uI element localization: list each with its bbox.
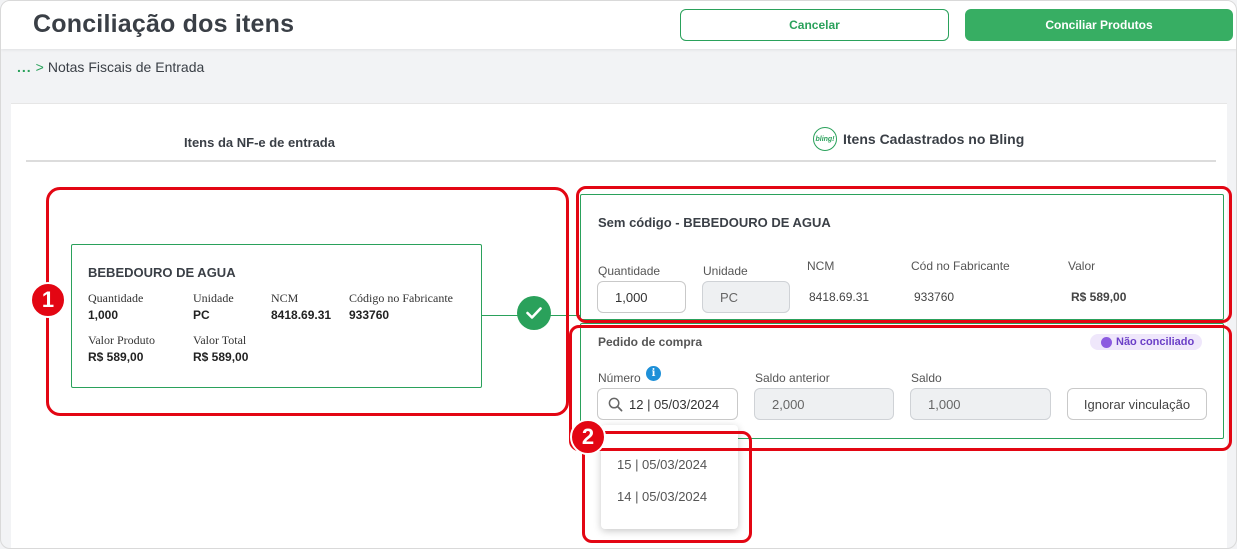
annotation-marker-1: 1 <box>30 282 66 318</box>
tab-divider <box>26 160 1216 162</box>
tab-bling-items: bling! Itens Cadastrados no Bling <box>813 127 1024 151</box>
page-title: Conciliação dos itens <box>33 10 295 38</box>
app-window: Conciliação dos itens Cancelar Conciliar… <box>0 0 1237 549</box>
saldo-input: 1,000 <box>910 388 1051 420</box>
pedido-compra-card: Pedido de compra Não conciliado Número S… <box>580 323 1224 439</box>
check-icon <box>517 296 551 330</box>
tab-bling-items-label: Itens Cadastrados no Bling <box>843 131 1025 147</box>
cod-fabricante-label: Cód no Fabricante <box>911 259 1010 273</box>
numero-search-value: 12 | 05/03/2024 <box>629 396 720 412</box>
nfe-valor-produto-value: R$ 589,00 <box>88 350 144 364</box>
nfe-unidade-value: PC <box>193 308 210 322</box>
chevron-right-icon: > <box>35 59 44 75</box>
tab-nfe-items: Itens da NF-e de entrada <box>184 135 335 150</box>
dropdown-option[interactable]: 14 | 05/03/2024 <box>617 489 707 504</box>
ignorar-vinculacao-button[interactable]: Ignorar vinculação <box>1067 388 1207 420</box>
status-badge-label: Não conciliado <box>1116 336 1195 348</box>
ncm-label: NCM <box>807 259 835 273</box>
nfe-ncm-label: NCM <box>271 291 299 305</box>
nfe-valor-total-label: Valor Total <box>193 333 247 347</box>
status-dot-icon <box>1101 337 1112 348</box>
saldo-anterior-label: Saldo anterior <box>755 371 830 385</box>
nfe-ncm-value: 8418.69.31 <box>271 308 332 322</box>
numero-search-input[interactable]: 12 | 05/03/2024 <box>597 388 738 420</box>
conciliar-produtos-button[interactable]: Conciliar Produtos <box>965 9 1233 41</box>
saldo-anterior-input: 2,000 <box>754 388 894 420</box>
nfe-valor-produto-label: Valor Produto <box>88 333 155 347</box>
unidade-input: PC <box>702 281 790 313</box>
pedido-compra-title: Pedido de compra <box>598 335 703 349</box>
ncm-value: 8418.69.31 <box>809 290 870 304</box>
breadcrumb: ... > Notas Fiscais de Entrada <box>17 59 204 75</box>
cod-fabricante-value: 933760 <box>914 290 955 304</box>
valor-value: R$ 589,00 <box>1071 290 1127 304</box>
numero-label: Número <box>598 371 641 385</box>
unidade-label: Unidade <box>703 264 748 278</box>
nfe-valor-total-value: R$ 589,00 <box>193 350 249 364</box>
nfe-quantidade-label: Quantidade <box>88 291 144 305</box>
saldo-label: Saldo <box>911 371 942 385</box>
breadcrumb-more[interactable]: ... <box>17 59 32 75</box>
page-header: Conciliação dos itens Cancelar Conciliar… <box>1 1 1236 49</box>
nfe-unidade-label: Unidade <box>193 291 234 305</box>
numero-dropdown: 15 | 05/03/2024 14 | 05/03/2024 <box>601 425 738 529</box>
nfe-codigo-fabricante-value: 933760 <box>349 308 390 322</box>
nfe-item-title: BEBEDOURO DE AGUA <box>88 265 236 280</box>
quantidade-input[interactable]: 1,000 <box>597 281 686 313</box>
nfe-codigo-fabricante-label: Código no Fabricante <box>349 291 453 305</box>
nfe-quantidade-value: 1,000 <box>88 308 119 322</box>
search-icon <box>608 397 623 411</box>
status-badge: Não conciliado <box>1090 334 1203 350</box>
nfe-item-card: BEBEDOURO DE AGUA Quantidade 1,000 Unida… <box>71 244 482 388</box>
valor-label: Valor <box>1068 259 1096 273</box>
breadcrumb-current[interactable]: Notas Fiscais de Entrada <box>48 59 204 75</box>
bling-item-title: Sem código - BEBEDOURO DE AGUA <box>598 215 831 230</box>
info-icon[interactable]: i <box>646 366 661 381</box>
cancel-button[interactable]: Cancelar <box>680 9 949 41</box>
quantidade-label: Quantidade <box>598 264 661 278</box>
annotation-marker-2: 2 <box>570 419 606 455</box>
dropdown-option[interactable]: 15 | 05/03/2024 <box>617 457 707 472</box>
bling-logo-icon: bling! <box>813 127 837 151</box>
